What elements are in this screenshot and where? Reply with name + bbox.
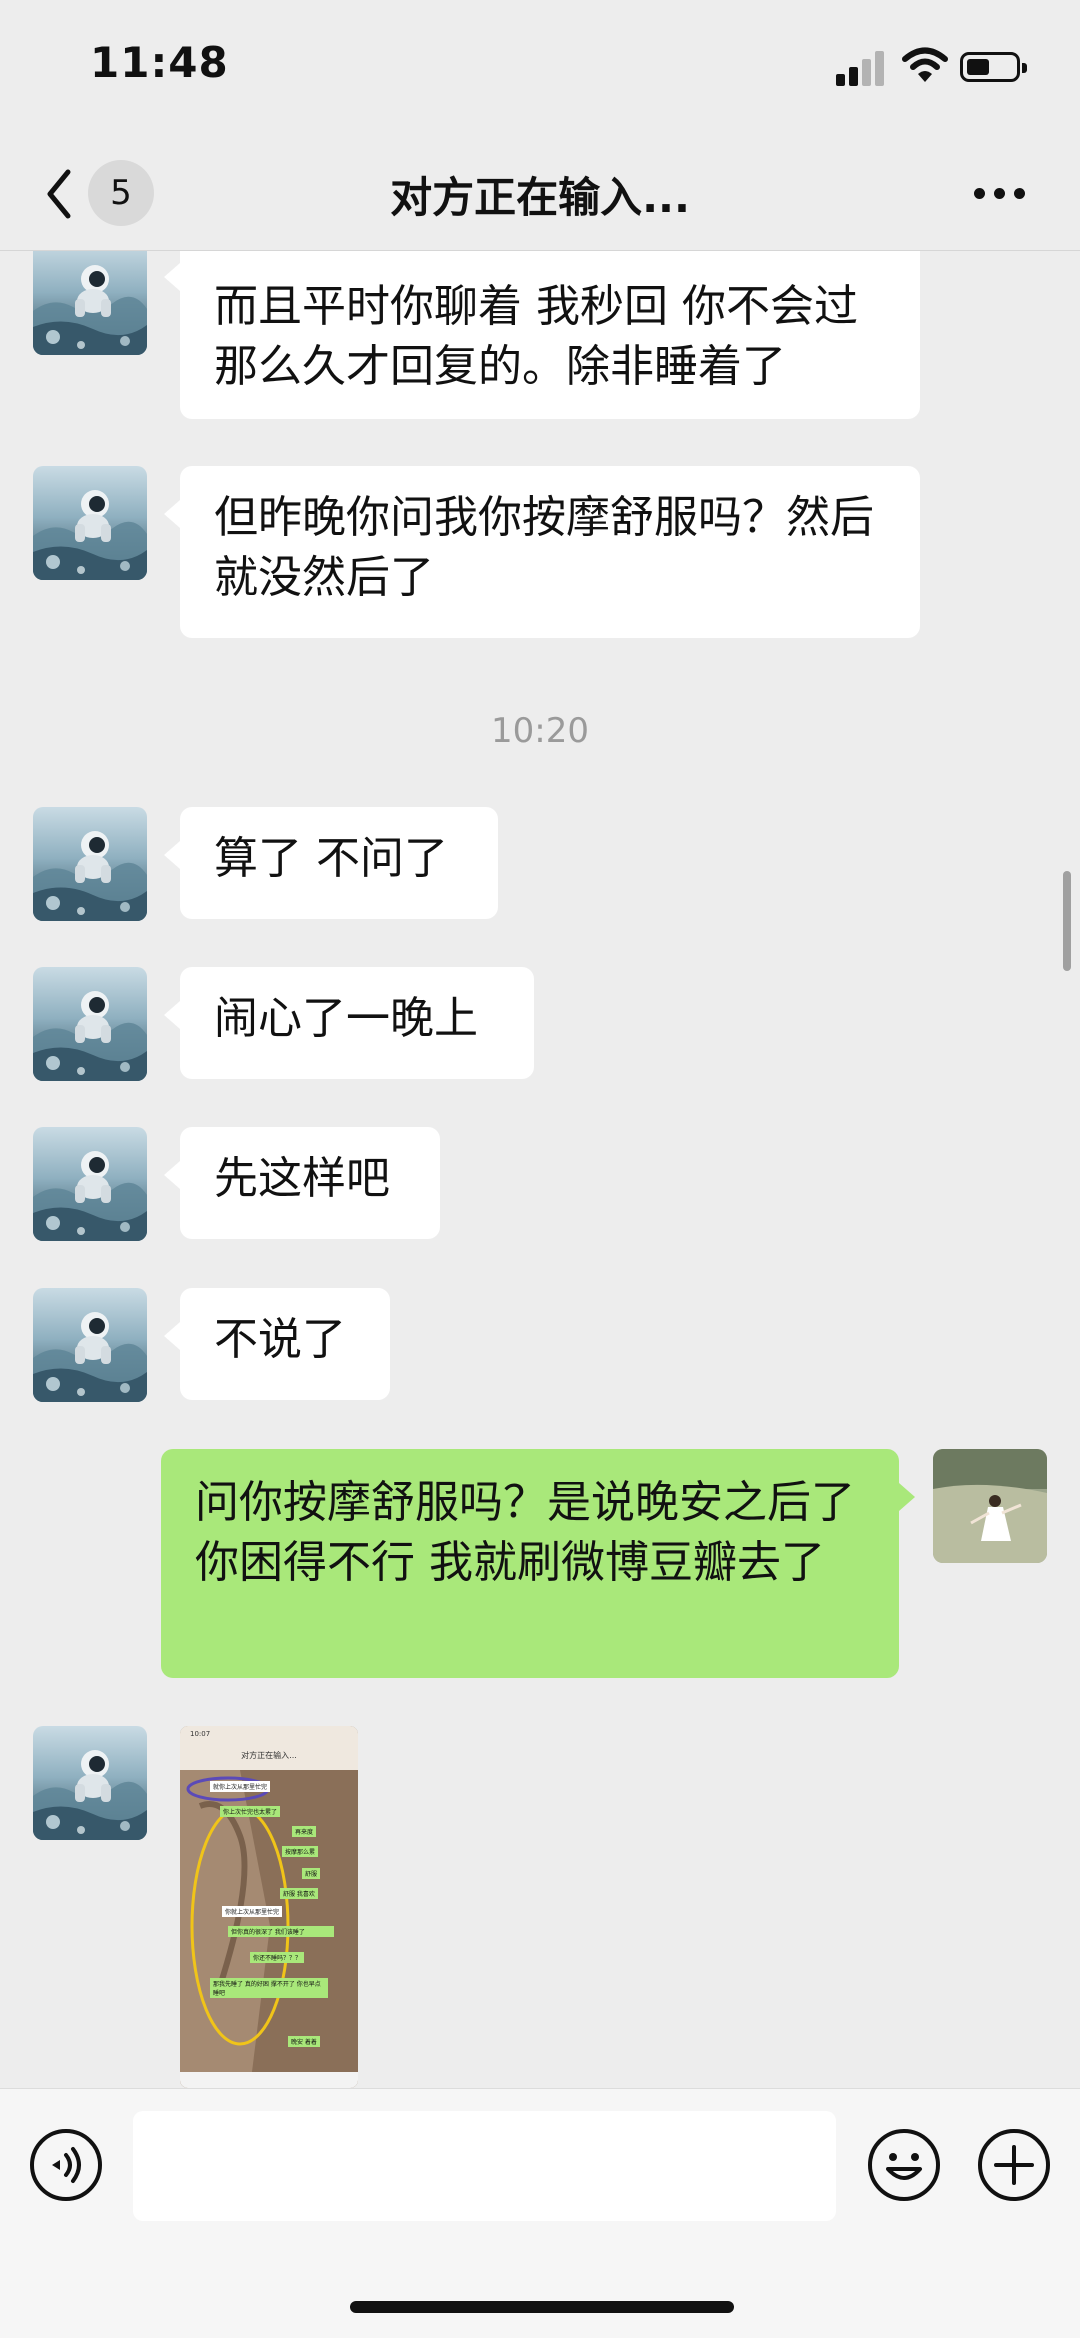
shared-time: 10:07 xyxy=(190,1730,211,1738)
ellipsis-icon[interactable] xyxy=(972,184,1032,204)
scroll-indicator[interactable] xyxy=(1063,871,1071,971)
contact-avatar[interactable] xyxy=(33,967,147,1081)
wifi-icon xyxy=(902,47,948,82)
battery-icon xyxy=(960,52,1027,82)
nav-bar: 5 对方正在输入... xyxy=(0,140,1080,251)
status-time: 11:48 xyxy=(90,38,229,87)
shared-msg: 舒服 xyxy=(302,1868,321,1879)
shared-msg: 你上次忙完也太累了 xyxy=(220,1806,281,1817)
shared-title: 对方正在输入... xyxy=(241,1751,297,1760)
shared-msg: 你还不睡吗？？？ xyxy=(250,1952,305,1963)
contact-avatar[interactable] xyxy=(33,1288,147,1402)
shared-msg: 晚安 着着 xyxy=(288,2036,320,2047)
emoji-icon[interactable] xyxy=(866,2127,942,2203)
contact-avatar[interactable] xyxy=(33,1127,147,1241)
message-bubble[interactable]: 算了 不问了 xyxy=(164,807,498,919)
chat-area[interactable]: 而且平时你聊着 我秒回 你不会过那么久才回复的。除非睡着了 但昨晚你问我你按摩舒… xyxy=(0,251,1080,2088)
shared-msg: 但你真的很深了 我们该睡了 xyxy=(228,1926,334,1937)
message-bubble[interactable]: 不说了 xyxy=(164,1288,390,1400)
message-bubble-outgoing[interactable]: 问你按摩舒服吗？是说晚安之后了 你困得不行 我就刷微博豆瓣去了 xyxy=(161,1449,915,1678)
status-bar: 11:48 xyxy=(0,0,1080,140)
shared-msg: 就你上次从那里忙完 xyxy=(210,1781,271,1792)
message-bubble[interactable]: 先这样吧 xyxy=(164,1127,440,1239)
contact-avatar[interactable] xyxy=(33,251,147,355)
shared-msg: 再来度 xyxy=(292,1826,317,1837)
contact-avatar[interactable] xyxy=(33,807,147,921)
home-indicator[interactable] xyxy=(350,2301,734,2313)
input-bar xyxy=(0,2088,1080,2338)
signal-icon xyxy=(836,48,888,86)
user-avatar[interactable] xyxy=(933,1449,1047,1563)
shared-msg: 你就上次从那里忙完 xyxy=(222,1906,283,1917)
voice-icon[interactable] xyxy=(28,2127,104,2203)
shared-msg: 那我先睡了 真的好困 撑不开了 你也早点睡吧 xyxy=(210,1978,328,1998)
message-bubble[interactable]: 但昨晚你问我你按摩舒服吗？然后就没然后了 xyxy=(164,466,920,638)
timestamp: 10:20 xyxy=(491,711,589,751)
contact-avatar[interactable] xyxy=(33,1726,147,1840)
page-title: 对方正在输入... xyxy=(390,173,690,222)
shared-msg: 舒服 我喜欢 xyxy=(280,1888,318,1899)
plus-icon[interactable] xyxy=(976,2127,1052,2203)
image-message[interactable]: 10:07 对方正在输入... 就你上次从那里忙完 你上次忙完也太累了 再来度 … xyxy=(180,1726,358,2088)
message-input[interactable] xyxy=(133,2111,836,2221)
message-bubble[interactable]: 闹心了一晚上 xyxy=(164,967,534,1079)
contact-avatar[interactable] xyxy=(33,466,147,580)
message-bubble[interactable]: 而且平时你聊着 我秒回 你不会过那么久才回复的。除非睡着了 xyxy=(164,251,920,419)
shared-msg: 按摩那么累 xyxy=(282,1846,319,1857)
